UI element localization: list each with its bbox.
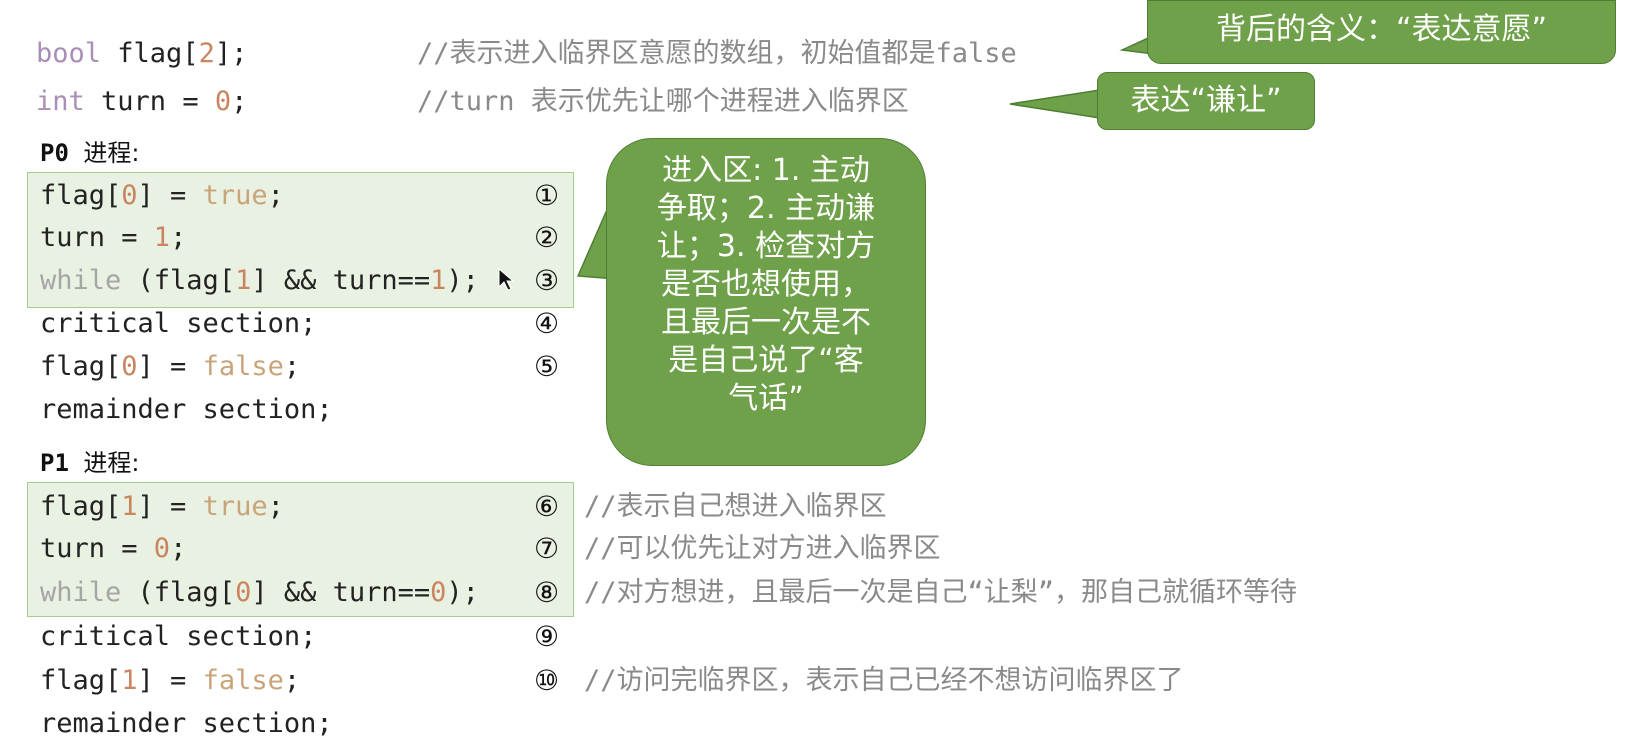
p1-line-5: flag[1] = false; xyxy=(40,665,301,696)
p0-line-1: flag[0] = true; xyxy=(40,180,284,211)
yield-callout: 表达“谦让” xyxy=(1097,72,1315,130)
turn-comment: //turn 表示优先让哪个进程进入临界区 xyxy=(417,86,909,117)
meaning-callout-text: 背后的含义：“表达意愿” xyxy=(1215,12,1548,47)
turn-declaration: int turn = 0; xyxy=(36,86,248,117)
p1-title: P1 进程: xyxy=(40,449,140,477)
entry-callout-line-2: 争取；2. 主动谦 xyxy=(656,191,876,226)
entry-callout-line-7: 气话” xyxy=(728,381,804,416)
p1-comment-3: //对方想进，且最后一次是自己“让梨”，那自己就循环等待 xyxy=(584,577,1298,608)
p1-line-2: turn = 0; xyxy=(40,533,187,564)
entry-callout-line-6: 是自己说了“客 xyxy=(668,343,864,378)
entry-section-callout: 进入区: 1. 主动 争取；2. 主动谦 让；3. 检查对方 是否也想使用， 且… xyxy=(606,138,926,466)
p1-line-3: while (flag[0] && turn==0); xyxy=(40,577,479,608)
p1-mark-8: ⑧ xyxy=(534,576,560,609)
p0-mark-3: ③ xyxy=(534,264,560,297)
p1-comment-5: //访问完临界区，表示自己已经不想访问临界区了 xyxy=(584,665,1184,696)
p0-line-3: while (flag[1] && turn==1); xyxy=(40,265,479,296)
p0-line-4: critical section; xyxy=(40,308,317,339)
p1-mark-10: ⑩ xyxy=(534,664,560,697)
meaning-callout: 背后的含义：“表达意愿” xyxy=(1147,0,1616,64)
flag-comment: //表示进入临界区意愿的数组，初始值都是false xyxy=(417,38,1017,69)
entry-callout-line-5: 且最后一次是不 xyxy=(661,305,871,340)
p0-mark-2: ② xyxy=(534,221,560,254)
p1-line-6: remainder section; xyxy=(40,708,333,739)
p0-mark-5: ⑤ xyxy=(534,350,560,383)
yield-callout-tail xyxy=(1009,89,1101,119)
p1-mark-6: ⑥ xyxy=(534,490,560,523)
p0-line-2: turn = 1; xyxy=(40,222,187,253)
yield-callout-text: 表达“谦让” xyxy=(1130,83,1282,118)
p1-comment-1: //表示自己想进入临界区 xyxy=(584,491,887,522)
entry-callout-line-3: 让；3. 检查对方 xyxy=(656,229,876,264)
p1-line-4: critical section; xyxy=(40,621,317,652)
p0-mark-4: ④ xyxy=(534,307,560,340)
entry-callout-line-1: 进入区: 1. 主动 xyxy=(662,153,870,188)
p1-mark-7: ⑦ xyxy=(534,532,560,565)
flag-declaration: bool flag[2]; xyxy=(36,38,248,69)
p1-line-1: flag[1] = true; xyxy=(40,491,284,522)
p0-line-5: flag[0] = false; xyxy=(40,351,301,382)
p1-comment-2: //可以优先让对方进入临界区 xyxy=(584,533,941,564)
p0-line-6: remainder section; xyxy=(40,394,333,425)
entry-callout-line-4: 是否也想使用， xyxy=(661,267,871,302)
p0-title: P0 进程: xyxy=(40,139,140,167)
mouse-pointer-icon xyxy=(498,268,514,291)
p1-mark-9: ⑨ xyxy=(534,620,560,653)
p0-mark-1: ① xyxy=(534,179,560,212)
